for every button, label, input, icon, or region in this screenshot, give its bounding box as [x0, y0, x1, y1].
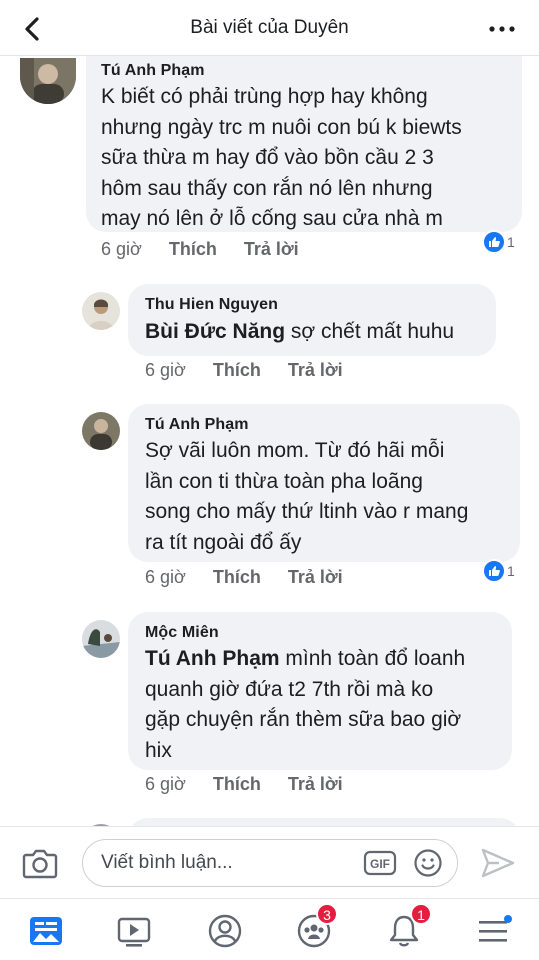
more-dots-icon[interactable] [487, 14, 517, 44]
like-link[interactable]: Thích [213, 774, 261, 794]
comment-time: 6 giờ [145, 567, 186, 587]
avatar[interactable] [82, 620, 120, 658]
comment-text: Bùi Đức Năng sợ chết mất huhu [145, 317, 490, 348]
top-bar: Bài viết của Duyên [0, 0, 539, 56]
avatar[interactable] [20, 58, 76, 104]
comment-text-rest: sợ chết mất huhu [285, 320, 455, 343]
comment-time: 6 giờ [145, 360, 186, 380]
profile-icon[interactable] [205, 911, 245, 951]
groups-badge: 3 [316, 903, 338, 925]
comments-feed: Tú Anh Phạm K biết có phải trùng hợp hay… [0, 56, 539, 826]
like-link[interactable]: Thích [213, 567, 261, 587]
emoji-icon[interactable] [413, 848, 443, 878]
reply-link[interactable]: Trả lời [288, 360, 343, 380]
reply-link[interactable]: Trả lời [288, 774, 343, 794]
news-feed-icon[interactable] [26, 911, 66, 951]
mention-tag[interactable]: Bùi Đức Năng [145, 320, 285, 343]
comment-meta: 6 giờ Thích Trả lời [101, 239, 299, 260]
comment-author[interactable]: Thu Hien Nguyen [145, 296, 278, 314]
like-reaction-icon [482, 230, 506, 254]
like-reaction-icon [482, 559, 506, 583]
camera-icon[interactable] [22, 847, 58, 879]
reaction-count: 1 [507, 234, 515, 250]
comment-text: Sợ vãi luôn mom. Từ đó hãi mỗi lần con t… [145, 439, 469, 554]
comment-input-placeholder: Viết bình luận... [101, 852, 233, 873]
reaction-summary[interactable]: 1 [482, 230, 515, 254]
avatar[interactable] [82, 412, 120, 450]
gif-label: GIF [370, 857, 390, 871]
comment-meta: 6 giờ Thích Trả lời [145, 567, 343, 588]
bottom-tab-bar: 3 1 [0, 898, 539, 960]
comment-author[interactable]: Tú Anh Phạm [101, 62, 205, 80]
comment-author[interactable]: Mộc Miên [145, 624, 219, 642]
comment-bubble [128, 818, 520, 826]
menu-icon[interactable] [474, 911, 514, 951]
like-link[interactable]: Thích [169, 239, 217, 259]
gif-icon[interactable]: GIF [363, 850, 397, 876]
comment-text: K biết có phải trùng hợp hay không nhưng… [101, 85, 462, 230]
mention-tag[interactable]: Tú Anh Phạm [145, 647, 280, 670]
page-title: Bài viết của Duyên [190, 17, 349, 38]
reaction-count: 1 [507, 563, 515, 579]
notifications-badge: 1 [410, 903, 432, 925]
like-link[interactable]: Thích [213, 360, 261, 380]
comment-meta: 6 giờ Thích Trả lời [145, 774, 343, 795]
comment-composer: Viết bình luận... GIF [0, 826, 539, 898]
comment-meta: 6 giờ Thích Trả lời [145, 360, 343, 381]
comment-time: 6 giờ [101, 239, 142, 259]
comment-text: Tú Anh Phạm mình toàn đổ loanh quanh giờ… [145, 644, 507, 766]
watch-icon[interactable] [114, 911, 154, 951]
comment-input[interactable]: Viết bình luận... GIF [82, 839, 458, 887]
avatar[interactable] [82, 292, 120, 330]
reply-link[interactable]: Trả lời [244, 239, 299, 259]
reaction-summary[interactable]: 1 [482, 559, 515, 583]
reply-link[interactable]: Trả lời [288, 567, 343, 587]
comment-time: 6 giờ [145, 774, 186, 794]
comment-author[interactable]: Tú Anh Phạm [145, 416, 249, 434]
send-icon[interactable] [479, 847, 517, 879]
